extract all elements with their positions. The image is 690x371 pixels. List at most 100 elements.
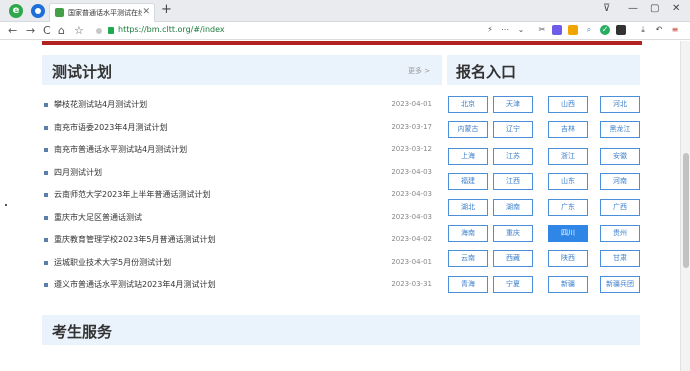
province-button[interactable]: 青海 bbox=[448, 276, 488, 293]
province-button[interactable]: 江苏 bbox=[493, 148, 533, 165]
province-button[interactable]: 山东 bbox=[548, 173, 588, 190]
plan-item-title[interactable]: 重庆市大足区普通话测试 bbox=[54, 212, 142, 223]
site-favicon-icon bbox=[55, 8, 64, 17]
plan-list-item[interactable]: 南充市普通话水平测试站4月测试计划 2023-03-12 bbox=[44, 144, 434, 158]
province-button[interactable]: 河南 bbox=[600, 173, 640, 190]
reload-button[interactable]: C bbox=[43, 24, 51, 37]
extension-icon[interactable] bbox=[552, 25, 562, 35]
province-button[interactable]: 云南 bbox=[448, 250, 488, 267]
province-button[interactable]: 江西 bbox=[493, 173, 533, 190]
plan-list-item[interactable]: 南充市语委2023年4月测试计划 2023-03-17 bbox=[44, 122, 434, 136]
plan-item-date: 2023-04-01 bbox=[391, 100, 432, 108]
browser-shortcut-icon[interactable] bbox=[31, 4, 45, 18]
more-icon[interactable]: ⋯ bbox=[500, 25, 510, 35]
plan-list-item[interactable]: 重庆市大足区普通话测试 2023-04-03 bbox=[44, 212, 434, 226]
bullet-square-icon bbox=[44, 103, 48, 107]
forward-button[interactable]: → bbox=[26, 24, 35, 37]
province-button[interactable]: 广西 bbox=[600, 199, 640, 216]
province-button[interactable]: 西藏 bbox=[493, 250, 533, 267]
bookmark-star-icon[interactable]: ☆ bbox=[74, 24, 84, 37]
shield-icon[interactable] bbox=[568, 25, 578, 35]
plan-list-item[interactable]: 运城职业技术大学5月份测试计划 2023-04-01 bbox=[44, 257, 434, 271]
province-button[interactable]: 湖南 bbox=[493, 199, 533, 216]
province-button[interactable]: 福建 bbox=[448, 173, 488, 190]
address-bar[interactable]: https://bm.cltt.org/#/index bbox=[90, 24, 470, 38]
browser-tab-active[interactable]: 国家普通话水平测试在线报名 ✕ bbox=[49, 3, 155, 22]
plan-item-title[interactable]: 四月测试计划 bbox=[54, 167, 102, 178]
province-button[interactable]: 北京 bbox=[448, 96, 488, 113]
page-scrollbar[interactable] bbox=[680, 41, 690, 371]
plan-list-item[interactable]: 重庆教育管理学校2023年5月普通话测试计划 2023-04-02 bbox=[44, 234, 434, 248]
bullet-square-icon bbox=[44, 260, 48, 265]
header-red-bar bbox=[42, 41, 642, 45]
plan-item-title[interactable]: 遵义市普通话水平测试站2023年4月测试计划 bbox=[54, 279, 215, 290]
bullet-square-icon bbox=[44, 170, 48, 175]
plan-item-title[interactable]: 云南师范大学2023年上半年普通话测试计划 bbox=[54, 189, 210, 200]
plan-list-item[interactable]: 攀枝花测试站4月测试计划 2023-04-01 bbox=[44, 99, 434, 113]
search-icon[interactable]: ⌕ bbox=[584, 25, 594, 35]
province-button[interactable]: 吉林 bbox=[548, 121, 588, 138]
plan-item-title[interactable]: 南充市普通话水平测试站4月测试计划 bbox=[54, 144, 187, 155]
plan-item-date: 2023-04-01 bbox=[391, 257, 432, 266]
minimize-button[interactable]: — bbox=[628, 3, 638, 14]
new-tab-button[interactable]: + bbox=[161, 2, 172, 17]
plan-item-title[interactable]: 运城职业技术大学5月份测试计划 bbox=[54, 257, 171, 268]
province-button[interactable]: 辽宁 bbox=[493, 121, 533, 138]
plan-item-date: 2023-03-17 bbox=[391, 122, 432, 131]
province-button[interactable]: 河北 bbox=[600, 96, 640, 113]
bullet-square-icon bbox=[44, 238, 48, 242]
province-button[interactable]: 内蒙古 bbox=[448, 121, 488, 138]
bullet-square-icon bbox=[44, 125, 48, 130]
maximize-button[interactable]: ▢ bbox=[650, 3, 659, 14]
home-button[interactable]: ⌂ bbox=[58, 24, 65, 37]
plan-item-title[interactable]: 攀枝花测试站4月测试计划 bbox=[54, 99, 147, 110]
cut-icon[interactable]: ✂ bbox=[537, 25, 547, 35]
lock-icon bbox=[108, 27, 114, 34]
back-button[interactable]: ← bbox=[8, 24, 17, 37]
browser-logo-icon[interactable]: e bbox=[9, 4, 23, 18]
province-button[interactable]: 海南 bbox=[448, 225, 488, 242]
province-button[interactable]: 重庆 bbox=[493, 225, 533, 242]
window-menu-icon[interactable]: ⊽ bbox=[603, 3, 610, 14]
plans-more-link[interactable]: 更多 > bbox=[408, 66, 430, 76]
province-button[interactable]: 宁夏 bbox=[493, 276, 533, 293]
plan-item-date: 2023-04-02 bbox=[391, 235, 432, 243]
download-icon[interactable]: ⤓ bbox=[638, 25, 648, 35]
province-button[interactable]: 贵州 bbox=[600, 225, 640, 242]
province-button[interactable]: 天津 bbox=[493, 96, 533, 113]
plan-list-item[interactable]: 四月测试计划 2023-04-03 bbox=[44, 167, 434, 181]
province-button[interactable]: 安徽 bbox=[600, 148, 640, 165]
lightning-icon[interactable]: ⚡ bbox=[485, 25, 495, 35]
url-text[interactable]: https://bm.cltt.org/#/index bbox=[118, 25, 225, 34]
services-title: 考生服务 bbox=[52, 323, 113, 341]
province-button[interactable]: 四川 bbox=[548, 225, 588, 242]
grid-icon[interactable] bbox=[616, 25, 626, 35]
province-button[interactable]: 广东 bbox=[548, 199, 588, 216]
tab-close-icon[interactable]: ✕ bbox=[142, 7, 150, 17]
plan-item-title[interactable]: 南充市语委2023年4月测试计划 bbox=[54, 122, 167, 133]
menu-icon[interactable]: ≡ bbox=[670, 25, 680, 35]
signup-title: 报名入口 bbox=[456, 63, 517, 81]
plan-item-date: 2023-04-03 bbox=[391, 212, 432, 221]
province-button[interactable]: 陕西 bbox=[548, 250, 588, 267]
plan-item-title[interactable]: 重庆教育管理学校2023年5月普通话测试计划 bbox=[54, 234, 215, 245]
province-button[interactable]: 黑龙江 bbox=[600, 121, 640, 138]
province-button[interactable]: 甘肃 bbox=[600, 250, 640, 267]
province-button[interactable]: 山西 bbox=[548, 96, 588, 113]
check-icon[interactable]: ✓ bbox=[600, 25, 610, 35]
plan-list-item[interactable]: 云南师范大学2023年上半年普通话测试计划 2023-04-03 bbox=[44, 189, 434, 203]
dropdown-icon[interactable]: ⌄ bbox=[516, 25, 526, 35]
bullet-square-icon bbox=[44, 193, 48, 197]
province-button[interactable]: 新疆兵团 bbox=[600, 276, 640, 293]
undo-icon[interactable]: ↶ bbox=[654, 25, 664, 35]
plan-list-item[interactable]: 遵义市普通话水平测试站2023年4月测试计划 2023-03-31 bbox=[44, 279, 434, 293]
province-button[interactable]: 湖北 bbox=[448, 199, 488, 216]
province-button[interactable]: 新疆 bbox=[548, 276, 588, 293]
plan-item-date: 2023-03-12 bbox=[391, 145, 432, 153]
province-button[interactable]: 浙江 bbox=[548, 148, 588, 165]
close-window-button[interactable]: ✕ bbox=[672, 3, 680, 14]
tab-title: 国家普通话水平测试在线报名 bbox=[68, 9, 142, 17]
site-info-icon[interactable] bbox=[96, 28, 102, 34]
scrollbar-thumb[interactable] bbox=[683, 153, 689, 268]
province-button[interactable]: 上海 bbox=[448, 148, 488, 165]
